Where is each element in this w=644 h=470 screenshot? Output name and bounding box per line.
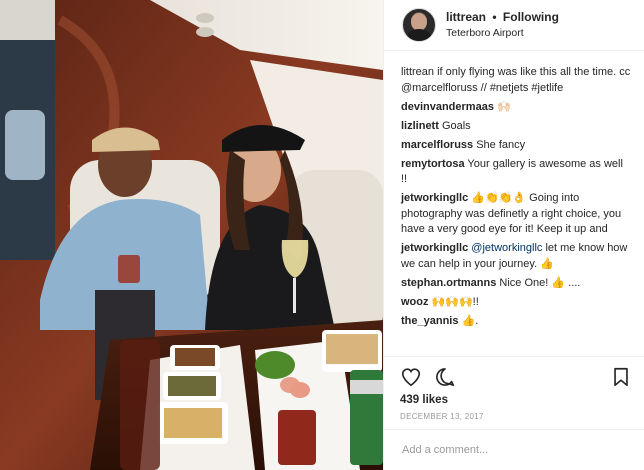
comment-item: remytortosa Your gallery is awesome as w… xyxy=(401,157,632,188)
heart-icon[interactable] xyxy=(400,366,422,388)
header-separator: • xyxy=(492,10,497,24)
caption-username[interactable]: littrean xyxy=(401,66,434,78)
comment-username[interactable]: stephan.ortmanns xyxy=(401,277,496,289)
comment-username[interactable]: the_yannis xyxy=(401,315,458,327)
comment-item: marcelfloruss She fancy xyxy=(401,138,632,154)
caption-text-1: if only flying was like this all the tim… xyxy=(434,66,631,78)
header-text: littrean • Following Teterboro Airport xyxy=(446,10,559,40)
comments-list[interactable]: littrean if only flying was like this al… xyxy=(384,51,644,356)
comment-item: devinvandermaas 🙌🏻 xyxy=(401,100,632,116)
comment-item: jetworkingllc 👍👏👏👌 Going into photograph… xyxy=(401,191,632,238)
comment-username[interactable]: jetworkingllc xyxy=(401,192,468,204)
comment-username[interactable]: remytortosa xyxy=(401,158,465,170)
post-actions: 439 likes DECEMBER 13, 2017 xyxy=(384,356,644,429)
comment-item: stephan.ortmanns Nice One! 👍 .... xyxy=(401,276,632,292)
comment-text: She fancy xyxy=(473,138,526,151)
comment-username[interactable]: wooz xyxy=(401,296,429,308)
post-caption: littrean if only flying was like this al… xyxy=(401,65,632,96)
comment-item: wooz 🙌🙌🙌!! xyxy=(401,295,632,311)
comment-username[interactable]: jetworkingllc xyxy=(401,242,468,254)
add-comment-bar xyxy=(384,429,644,470)
comment-item: the_yannis 👍. xyxy=(401,314,632,330)
comment-icon[interactable] xyxy=(434,366,456,388)
location-link[interactable]: Teterboro Airport xyxy=(446,27,559,40)
caption-text-2: // xyxy=(477,81,490,94)
comment-text: 🙌🙌🙌!! xyxy=(428,295,479,308)
comment-username[interactable]: marcelfloruss xyxy=(401,139,473,151)
comment-text: 🙌🏻 xyxy=(493,100,511,113)
avatar[interactable] xyxy=(402,8,436,42)
comment-username[interactable]: lizlinett xyxy=(401,120,439,132)
comment-mention[interactable]: @jetworkingllc xyxy=(468,242,542,254)
post-header: littrean • Following Teterboro Airport xyxy=(384,0,644,51)
header-top-line: littrean • Following xyxy=(446,10,559,24)
comment-text: Goals xyxy=(438,119,471,132)
jet-cabin-photo xyxy=(0,0,383,470)
comment-item: lizlinett Goals xyxy=(401,119,632,135)
caption-mention[interactable]: @marcelfloruss xyxy=(401,82,478,94)
caption-hashtag-netjets[interactable]: #netjets xyxy=(490,82,529,94)
following-button[interactable]: Following xyxy=(503,10,559,24)
action-icons-row xyxy=(400,363,632,391)
add-comment-input[interactable] xyxy=(400,443,632,457)
post-photo[interactable] xyxy=(0,0,383,470)
instagram-post: littrean • Following Teterboro Airport l… xyxy=(0,0,644,470)
comment-item: jetworkingllc @jetworkingllc let me know… xyxy=(401,241,632,272)
comment-username[interactable]: devinvandermaas xyxy=(401,101,494,113)
comment-text: Nice One! 👍 .... xyxy=(496,276,581,289)
comment-text: 👍. xyxy=(458,314,479,327)
caption-hashtag-jetlife[interactable]: #jetlife xyxy=(531,82,563,94)
bookmark-icon[interactable] xyxy=(610,366,632,388)
post-date[interactable]: DECEMBER 13, 2017 xyxy=(400,412,632,421)
post-sidebar: littrean • Following Teterboro Airport l… xyxy=(383,0,644,470)
header-username[interactable]: littrean xyxy=(446,10,486,24)
likes-count[interactable]: 439 likes xyxy=(400,394,632,406)
